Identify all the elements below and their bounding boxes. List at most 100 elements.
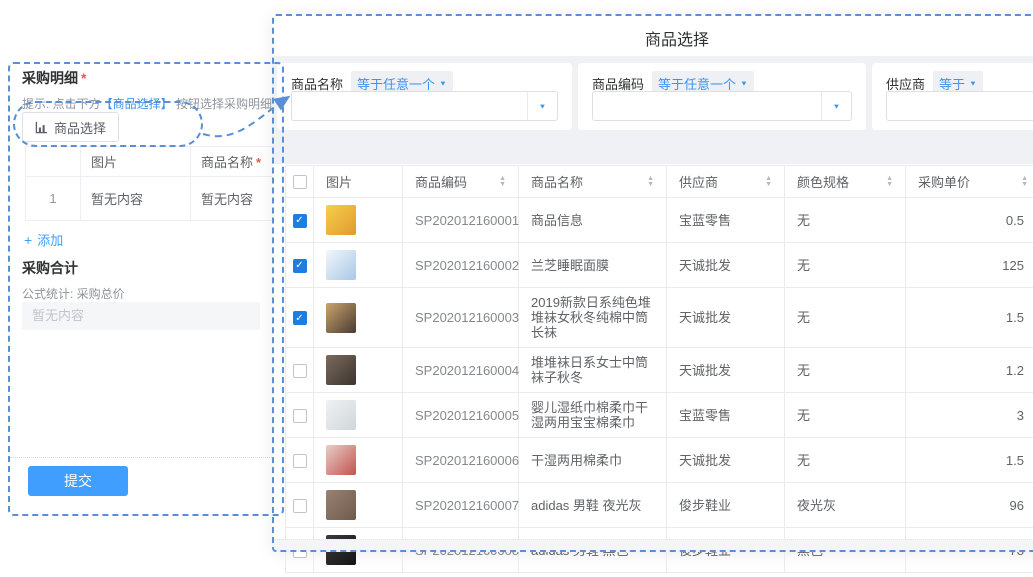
unit-price-cell: 3	[906, 393, 1033, 438]
row-checkbox[interactable]: ✓	[293, 214, 307, 228]
column-header-name: 商品名称*	[191, 147, 283, 177]
sort-icon[interactable]: ▲▼	[1021, 176, 1028, 188]
unit-price-cell: 0.5	[906, 198, 1033, 243]
row-select-cell	[286, 348, 314, 393]
row-select-cell: ✓	[286, 288, 314, 348]
required-asterisk: *	[81, 70, 86, 86]
column-header-image: 图片	[314, 166, 403, 198]
row-checkbox[interactable]: ✓	[293, 311, 307, 325]
sort-desc-icon: ▼	[765, 182, 772, 188]
product-select-button[interactable]: 商品选择	[22, 112, 119, 142]
product-row: SP202012160006干湿两用棉柔巾天诚批发无1.5	[286, 438, 1033, 483]
row-checkbox[interactable]	[293, 454, 307, 468]
color-spec-cell: 无	[785, 393, 906, 438]
product-image	[326, 400, 356, 430]
column-header-label: 图片	[326, 172, 352, 191]
supplier-cell: 天诚批发	[667, 348, 785, 393]
caret-down-icon: ▼	[539, 102, 547, 110]
input-dropdown-button[interactable]: ▼	[821, 92, 851, 120]
product-name-cell: 干湿两用棉柔巾	[519, 438, 667, 483]
row-checkbox[interactable]	[293, 364, 307, 378]
color-spec-cell: 夜光灰	[785, 483, 906, 528]
row-checkbox[interactable]: ✓	[293, 259, 307, 273]
product-name-cell: 兰芝睡眠面膜	[519, 243, 667, 288]
tip-product-select-ref: 【商品选择】	[101, 97, 173, 111]
row-select-cell: ✓	[286, 198, 314, 243]
sort-desc-icon: ▼	[1021, 182, 1028, 188]
filter-value-input[interactable]: ▼	[291, 91, 558, 121]
purchase-item-row: 1 暂无内容 暂无内容	[26, 177, 283, 221]
input-dropdown-button[interactable]: ▼	[527, 92, 557, 120]
unit-price-cell: 1.2	[906, 348, 1033, 393]
purchase-items-header-row: 图片 商品名称*	[26, 147, 283, 177]
caret-down-icon: ▼	[833, 102, 841, 110]
color-spec-cell: 无	[785, 288, 906, 348]
sort-icon[interactable]: ▲▼	[647, 176, 654, 188]
caret-down-icon: ▼	[439, 80, 447, 88]
product-name-cell: 商品信息	[519, 198, 667, 243]
filter-card-supplier: 供应商 等于 ▼	[872, 63, 1033, 130]
product-row: SP202012160005婴儿湿纸巾棉柔巾干湿两用宝宝棉柔巾宝蓝零售无3	[286, 393, 1033, 438]
product-row: SP202012160004堆堆袜日系女士中筒袜子秋冬天诚批发无1.2	[286, 348, 1033, 393]
select-all-checkbox[interactable]	[293, 175, 307, 189]
row-image-cell: 暂无内容	[81, 177, 191, 221]
product-row: ✓SP202012160001商品信息宝蓝零售无0.5	[286, 198, 1033, 243]
column-header-label: 供应商	[679, 172, 718, 191]
row-select-cell: ✓	[286, 243, 314, 288]
tip-prefix: 提示: 点击下方	[22, 97, 101, 111]
product-select-button-label: 商品选择	[54, 118, 106, 137]
purchase-items-table: 图片 商品名称* 1 暂无内容 暂无内容	[25, 146, 283, 221]
supplier-cell: 宝蓝零售	[667, 393, 785, 438]
sort-desc-icon: ▼	[499, 182, 506, 188]
product-row: ✓SP202012160002兰芝睡眠面膜天诚批发无125	[286, 243, 1033, 288]
row-checkbox[interactable]	[293, 499, 307, 513]
column-header-index	[26, 147, 81, 177]
product-image	[326, 355, 356, 385]
column-header-label: 采购单价	[918, 172, 970, 191]
product-row: ✓SP2020121600032019新款日系纯色堆堆袜女秋冬纯棉中筒长袜天诚批…	[286, 288, 1033, 348]
product-image	[326, 490, 356, 520]
product-image-cell	[314, 348, 403, 393]
row-select-cell	[286, 483, 314, 528]
filter-card-product-code: 商品编码 等于任意一个 ▼ ▼	[578, 63, 866, 130]
product-code-cell: SP202012160003	[403, 288, 519, 348]
filter-value-input[interactable]: ▼	[592, 91, 852, 121]
supplier-cell: 天诚批发	[667, 243, 785, 288]
unit-price-cell: 125	[906, 243, 1033, 288]
product-code-cell: SP202012160001	[403, 198, 519, 243]
filter-bar: 商品名称 等于任意一个 ▼ ▼ 商品编码 等于任意一个	[272, 56, 1033, 164]
product-code-cell: SP202012160002	[403, 243, 519, 288]
row-select-cell	[286, 393, 314, 438]
sort-icon[interactable]: ▲▼	[499, 176, 506, 188]
product-code-cell: SP202012160006	[403, 438, 519, 483]
supplier-cell: 天诚批发	[667, 288, 785, 348]
product-image-cell	[314, 393, 403, 438]
add-row-button[interactable]: + 添加	[24, 230, 63, 249]
row-name-cell: 暂无内容	[191, 177, 283, 221]
submit-button[interactable]: 提交	[28, 466, 128, 496]
panel-title-text: 采购明细	[22, 70, 78, 86]
sort-icon[interactable]: ▲▼	[886, 176, 893, 188]
products-header-row: 图片商品编码▲▼商品名称▲▼供应商▲▼颜色规格▲▼采购单价▲▼	[286, 166, 1033, 198]
sort-icon[interactable]: ▲▼	[765, 176, 772, 188]
product-code-cell: SP202012160004	[403, 348, 519, 393]
product-image-cell	[314, 243, 403, 288]
sort-desc-icon: ▼	[886, 182, 893, 188]
product-code-cell: SP202012160007	[403, 483, 519, 528]
unit-price-cell: 1.5	[906, 288, 1033, 348]
caret-down-icon: ▼	[740, 80, 748, 88]
product-row: SP202012160007adidas 男鞋 夜光灰俊步鞋业夜光灰96	[286, 483, 1033, 528]
column-header-spec: 颜色规格▲▼	[785, 166, 906, 198]
required-asterisk: *	[256, 155, 261, 170]
product-image-cell	[314, 438, 403, 483]
filter-value-input[interactable]	[886, 91, 1033, 121]
supplier-cell: 宝蓝零售	[667, 198, 785, 243]
select-all-header-cell	[286, 166, 314, 198]
product-select-modal: 商品选择 商品名称 等于任意一个 ▼ ▼ 商品编码	[272, 14, 1033, 552]
add-row-label: 添加	[37, 230, 63, 249]
column-header-code: 商品编码▲▼	[403, 166, 519, 198]
product-name-cell: 堆堆袜日系女士中筒袜子秋冬	[519, 348, 667, 393]
color-spec-cell: 无	[785, 348, 906, 393]
row-checkbox[interactable]	[293, 409, 307, 423]
purchase-detail-panel: 采购明细* 提示: 点击下方【商品选择】 按钮选择采购明细商品 商品选择 图片 …	[8, 62, 284, 516]
